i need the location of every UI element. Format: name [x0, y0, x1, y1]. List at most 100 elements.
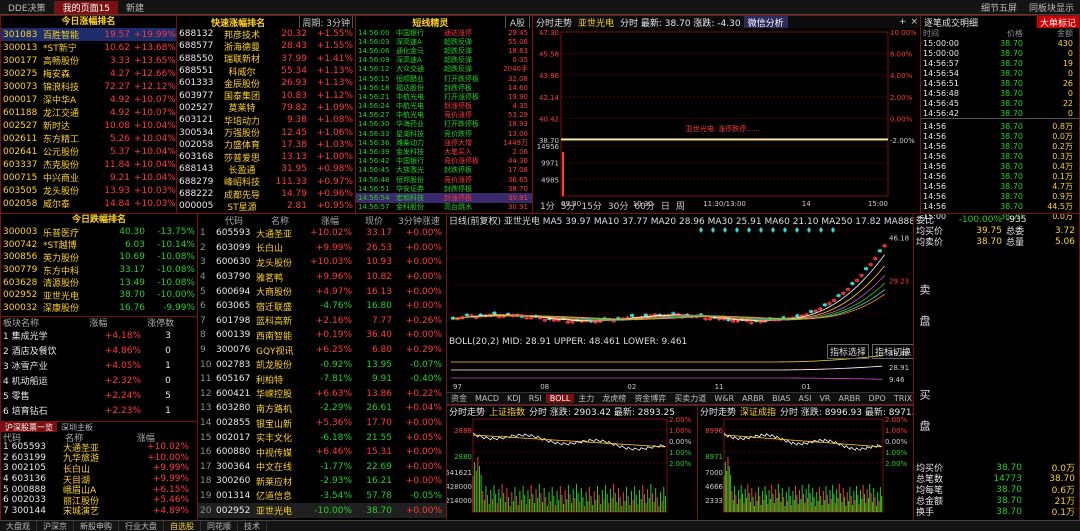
main-row[interactable]: 10002783凯龙股份-0.92%13.95-0.07% — [198, 357, 446, 372]
main-row[interactable]: 18300260新莱应材-2.93%16.21+0.00% — [198, 474, 446, 489]
wechat-analysis-button[interactable]: 微信分析 — [744, 16, 788, 28]
sector-row[interactable]: 3 冰雪产业+4.05%1 — [1, 358, 197, 373]
quote-bottom-row[interactable]: 总笔数1477338.70 — [914, 473, 1079, 484]
sprite-row[interactable]: 14:56:33星湖科技竞价跌停13.00 — [356, 129, 532, 138]
rank-up-row[interactable]: 603337杰克股份11.84+10.04% — [1, 158, 176, 171]
main-row[interactable]: 5600694大商股份+4.97%16.13+0.00% — [198, 284, 446, 299]
rank-up-row[interactable]: 002058威尔泰14.84+10.03% — [1, 197, 176, 210]
main-row[interactable]: 20002952亚世光电-10.00%38.70+0.00% — [198, 503, 446, 518]
rank-up-row[interactable]: 000715中兴商业9.21+10.04% — [1, 171, 176, 184]
tab-my-page[interactable]: 我的页面15 — [55, 1, 118, 14]
speed-row[interactable]: 002527莫莱特79.82+1.09% — [177, 102, 355, 114]
indicator-tab[interactable]: ASI — [795, 394, 816, 403]
sprite-row[interactable]: 14:56:24中航光电封涨停板4.35 — [356, 102, 532, 111]
speed-row[interactable]: 688577浙海德曼28.43+1.55% — [177, 40, 355, 52]
main-row[interactable]: 7601798蓝科高新+2.16%7.77+0.26% — [198, 314, 446, 329]
speed-row[interactable]: 688132邦彦技术20.32+1.55% — [177, 28, 355, 40]
footer-tab[interactable]: 同花顺 — [201, 521, 238, 531]
footer-tab[interactable]: 技术 — [238, 521, 267, 531]
footer-tab[interactable]: 行业大盘 — [119, 521, 164, 531]
sub-row[interactable]: 7 300144宋城演艺+4.89% — [1, 506, 197, 517]
main-row[interactable]: 4603790雅茗鸭+9.96%10.82+0.00% — [198, 270, 446, 285]
main-th[interactable]: 代码 — [214, 214, 254, 226]
main-row[interactable]: 13603280南方路机-2.29%26.61+0.04% — [198, 401, 446, 416]
quote-bottom-row[interactable]: 总金额38.7021万 — [914, 495, 1079, 506]
sprite-row[interactable]: 14:56:18福达股份封跌停板14.60 — [356, 83, 532, 92]
intraday-chart[interactable]: 47.3010.00%45.586.00%43.864.00%42.142.00… — [533, 28, 918, 212]
sector-th[interactable]: 涨停数 — [145, 317, 197, 328]
indicator-tab[interactable]: 主力 — [574, 393, 598, 404]
zoom-in-icon[interactable]: + — [897, 17, 909, 27]
sector-row[interactable]: 4 机动船运+2.32%0 — [1, 373, 197, 388]
period-select[interactable]: 周期: 3分钟 — [299, 16, 353, 28]
rank-up-row[interactable]: 002611东方精工5.26+10.04% — [1, 132, 176, 145]
sprite-filter[interactable]: A股 — [505, 16, 530, 28]
indicator-tab[interactable]: 龙虎榜 — [598, 393, 630, 404]
main-row[interactable]: 1605593大通圣亚+10.02%33.17+0.00% — [198, 226, 446, 241]
speed-row[interactable]: 688143长盈通31.95+0.98% — [177, 163, 355, 175]
rank-up-row[interactable]: 300013*ST新宁10.62+13.68% — [1, 41, 176, 54]
main-th[interactable]: 3分钟涨速 — [394, 214, 444, 226]
indicator-tab[interactable]: TRIX — [890, 394, 914, 403]
speed-row[interactable]: 603168莎普爱思13.13+1.00% — [177, 151, 355, 163]
rank-up-row[interactable]: 300275梅安森4.27+12.66% — [1, 67, 176, 80]
tick-row[interactable]: 14:56:4838.700 — [921, 88, 1079, 98]
main-row[interactable]: 15002017实丰文化-6.18%21.55+0.05% — [198, 430, 446, 445]
sub-tab-all[interactable]: 沪深股票一览 — [1, 422, 57, 432]
speed-row[interactable]: 603977国泰集团10.83+1.12% — [177, 89, 355, 101]
sprite-row[interactable]: 14:56:27中航光电竞价涨停53.29 — [356, 111, 532, 120]
tick-row[interactable]: 14:56:4538.7022 — [921, 98, 1079, 108]
tab-new[interactable]: 新建 — [118, 1, 152, 14]
main-th[interactable]: 名称 — [254, 214, 306, 226]
period-tab[interactable]: 日 — [658, 200, 673, 211]
rank-up-row[interactable]: 301083百胜智能19.57+19.99% — [1, 28, 176, 41]
tab-dde[interactable]: DDE决策 — [0, 1, 55, 14]
main-row[interactable]: 11605167利柏特-7.81%9.91-0.40% — [198, 372, 446, 387]
sector-row[interactable]: 2 酒店及餐饮+4.86%0 — [1, 343, 197, 358]
main-row[interactable]: 8600139西南智能+0.19%36.40+0.00% — [198, 328, 446, 343]
rank-down-row[interactable]: 300003乐普医疗40.30-13.75% — [1, 226, 197, 239]
speed-row[interactable]: 002058力盛体育17.38+1.03% — [177, 139, 355, 151]
big-tick-row[interactable]: 14:5638.700.9万 — [921, 191, 1079, 201]
big-tick-row[interactable]: 14:5638.700.1万 — [921, 171, 1079, 181]
big-tick-row[interactable]: 14:5638.700.8万 — [921, 121, 1079, 131]
top-right-link-1[interactable]: 细节五屏 — [975, 1, 1023, 14]
quote-row[interactable]: 均买价39.75总委3.72 — [914, 225, 1079, 236]
speed-row[interactable]: 688222成都先导14.79+0.96% — [177, 188, 355, 200]
sector-row[interactable]: 1 集成光学+4.18%3 — [1, 328, 197, 343]
big-tick-row[interactable]: 14:5638.700.0万 — [921, 131, 1079, 141]
big-tick-row[interactable]: 14:5638.700.3万 — [921, 151, 1079, 161]
indicator-tab[interactable]: MACD — [471, 394, 503, 403]
speed-row[interactable]: 603121华培动力9.38+1.08% — [177, 114, 355, 126]
footer-tab[interactable]: 自选股 — [164, 521, 201, 531]
sprite-row[interactable]: 14:56:39金发科技大笔买入2.06 — [356, 147, 532, 156]
main-th[interactable]: 涨幅 — [306, 214, 354, 226]
main-row[interactable]: 14002855银宝山新+5.36%17.70+0.00% — [198, 416, 446, 431]
close-icon[interactable]: × — [908, 17, 920, 27]
quote-bottom-row[interactable]: 均买价38.700.0万 — [914, 462, 1079, 473]
rank-up-row[interactable]: 603505龙头股份13.93+10.03% — [1, 184, 176, 197]
sub-th[interactable]: 代码 — [1, 432, 63, 442]
indicator-tab[interactable]: KDJ — [503, 394, 525, 403]
big-order-badge[interactable]: 大单标记 — [1037, 16, 1079, 28]
rank-up-row[interactable]: 002527新时达10.08+10.04% — [1, 119, 176, 132]
top-right-link-2[interactable]: 同板块显示 — [1023, 1, 1080, 14]
sprite-row[interactable]: 14:56:36潍柴动力涨停大增1449万 — [356, 138, 532, 147]
quote-row[interactable]: 委比-100.00%-935 — [914, 214, 1079, 225]
period-tab[interactable]: 5分 — [558, 200, 579, 211]
main-row[interactable]: 3600630龙头股份+10.03%10.93+0.00% — [198, 255, 446, 270]
indicator-tab[interactable]: W&R — [710, 394, 738, 403]
indicator-tab[interactable]: ARBR — [834, 394, 864, 403]
big-tick-row[interactable]: 14:5638.700.4万 — [921, 161, 1079, 171]
speed-row[interactable]: 688550瑞联新材37.99+1.41% — [177, 53, 355, 65]
sub-tab-sz[interactable]: 深圳主板 — [57, 422, 97, 432]
sub-row[interactable]: 5 000888峨眉山A+6.15% — [1, 484, 197, 495]
sprite-row[interactable]: 14:56:54宏和科技封涨停板30.91 — [356, 193, 532, 202]
sprite-row[interactable]: 14:56:00中国银行通达涨停29.45 — [356, 28, 532, 37]
sector-row[interactable]: 5 零售+2.24%5 — [1, 388, 197, 403]
tick-row[interactable]: 14:56:5138.7026 — [921, 78, 1079, 88]
sprite-row[interactable]: 14:56:57金科股份高台跳水30.91 — [356, 203, 532, 212]
sprite-row[interactable]: 14:56:48恒邦股份竞价涨停36.65 — [356, 175, 532, 184]
period-tab[interactable]: 1分 — [537, 200, 558, 211]
indicator-tab[interactable]: BIAS — [768, 394, 794, 403]
